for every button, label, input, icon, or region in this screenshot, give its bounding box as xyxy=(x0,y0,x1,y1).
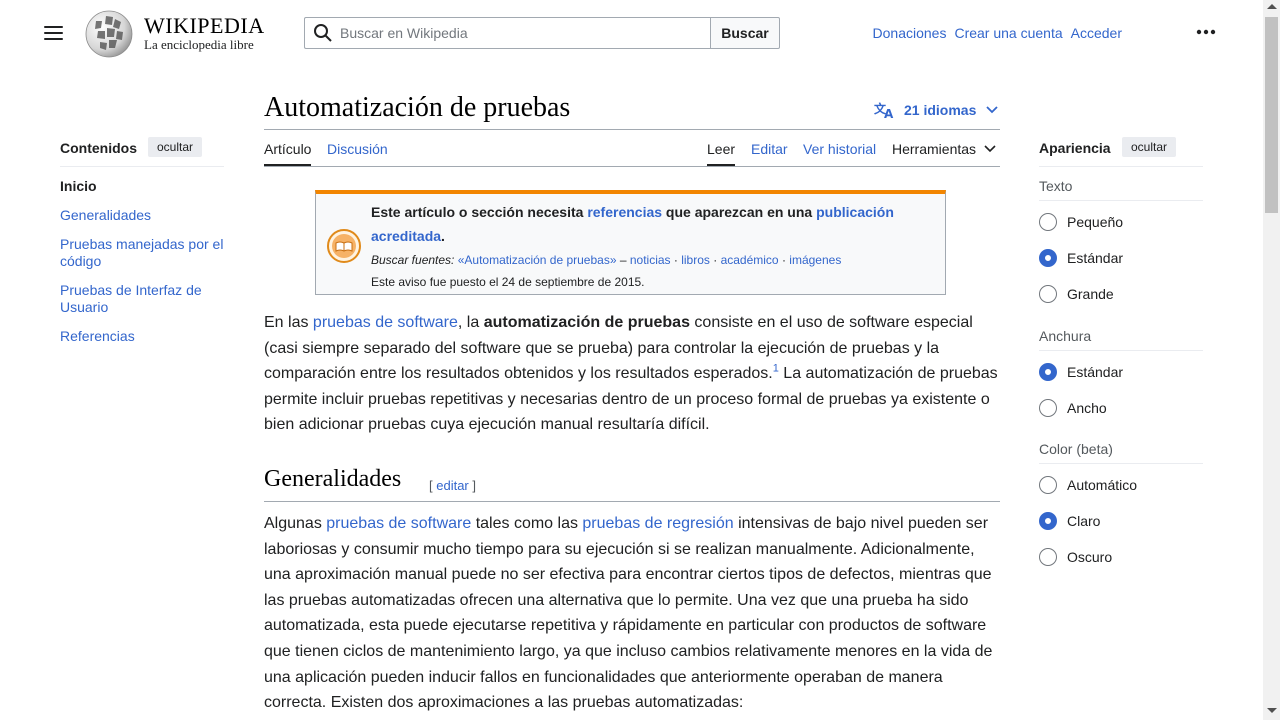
personal-tools: Donaciones Crear una cuenta Acceder xyxy=(865,25,1122,41)
color-label: Color (beta) xyxy=(1039,441,1113,457)
scroll-up-arrow-icon[interactable] xyxy=(1267,4,1277,9)
svg-text:A: A xyxy=(884,107,894,119)
toc-item-referencias[interactable]: Referencias xyxy=(60,328,228,345)
search-icon xyxy=(314,24,332,42)
generalidades-paragraph: Algunas pruebas de software tales como l… xyxy=(264,515,993,712)
width-standard-option[interactable]: Estándar xyxy=(1039,363,1123,381)
menu-icon xyxy=(44,26,63,28)
tab-read[interactable]: Leer xyxy=(707,141,735,157)
tab-talk[interactable]: Discusión xyxy=(327,141,388,157)
radio-unselected[interactable] xyxy=(1039,476,1057,494)
notice-text: Este artículo o sección necesita referen… xyxy=(371,204,894,244)
color-light-option[interactable]: Claro xyxy=(1039,512,1100,530)
pruebas-de-software-link[interactable]: pruebas de software xyxy=(313,314,458,331)
text-size-small-option[interactable]: Pequeño xyxy=(1039,213,1123,231)
chevron-down-icon xyxy=(984,145,996,153)
toc-item-pruebas-interfaz[interactable]: Pruebas de Interfaz de Usuario xyxy=(60,282,228,316)
tools-label: Herramientas xyxy=(892,141,977,157)
appearance-title: Apariencia xyxy=(1039,140,1111,156)
login-link[interactable]: Acceder xyxy=(1071,25,1122,41)
source-scholar-link[interactable]: académico xyxy=(721,253,779,267)
color-auto-option[interactable]: Automático xyxy=(1039,476,1137,494)
radio-unselected[interactable] xyxy=(1039,285,1057,303)
toc-list: Inicio Generalidades Pruebas manejadas p… xyxy=(60,178,228,357)
search-button[interactable]: Buscar xyxy=(710,17,780,49)
main-menu-button[interactable] xyxy=(40,22,68,44)
donate-link[interactable]: Donaciones xyxy=(873,25,947,41)
book-warning-icon xyxy=(327,229,361,263)
radio-selected[interactable] xyxy=(1039,512,1057,530)
scroll-down-arrow-icon[interactable] xyxy=(1267,708,1277,713)
tab-edit[interactable]: Editar xyxy=(751,141,788,157)
translate-icon: 文 A xyxy=(874,101,894,119)
text-size-divider xyxy=(1039,200,1203,201)
section-divider xyxy=(264,501,1000,502)
wikipedia-wordmark[interactable]: WIKIPEDIA xyxy=(144,13,265,39)
source-query-link[interactable]: «Automatización de pruebas» xyxy=(458,253,617,267)
section-heading-generalidades: Generalidades xyxy=(264,466,402,492)
toc-hide-button[interactable]: ocultar xyxy=(148,137,203,157)
toc-item-pruebas-codigo[interactable]: Pruebas manejadas por el código xyxy=(60,236,228,270)
chevron-down-icon xyxy=(986,106,999,114)
source-books-link[interactable]: libros xyxy=(681,253,710,267)
more-options-icon[interactable] xyxy=(1196,24,1216,40)
radio-unselected[interactable] xyxy=(1039,213,1057,231)
source-news-link[interactable]: noticias xyxy=(630,253,671,267)
page-title: Automatización de pruebas xyxy=(264,92,571,123)
source-images-link[interactable]: imágenes xyxy=(789,253,841,267)
tab-article[interactable]: Artículo xyxy=(264,141,311,157)
appearance-divider xyxy=(1039,166,1203,167)
section-edit-link: [ editar ] xyxy=(429,478,476,493)
text-size-standard-option[interactable]: Estándar xyxy=(1039,249,1123,267)
wikipedia-globe-logo[interactable] xyxy=(84,9,134,59)
intro-paragraph: En las pruebas de software, la automatiz… xyxy=(264,314,998,434)
search-input[interactable] xyxy=(340,17,700,49)
toc-item-inicio[interactable]: Inicio xyxy=(60,178,228,195)
pruebas-de-software-link-2[interactable]: pruebas de software xyxy=(326,515,471,532)
width-label: Anchura xyxy=(1039,328,1092,344)
scrollbar-thumb[interactable] xyxy=(1265,17,1278,213)
text-size-large-option[interactable]: Grande xyxy=(1039,285,1114,303)
pruebas-de-regresion-link[interactable]: pruebas de regresión xyxy=(582,515,733,532)
radio-selected[interactable] xyxy=(1039,363,1057,381)
bold-term: automatización de pruebas xyxy=(483,314,690,331)
radio-unselected[interactable] xyxy=(1039,548,1057,566)
edit-section-link[interactable]: editar xyxy=(436,478,469,493)
toc-title: Contenidos xyxy=(60,140,137,156)
referencias-link[interactable]: referencias xyxy=(587,204,662,220)
color-divider xyxy=(1039,463,1203,464)
appearance-hide-button[interactable]: ocultar xyxy=(1122,137,1177,157)
width-wide-option[interactable]: Ancho xyxy=(1039,399,1107,417)
text-size-label: Texto xyxy=(1039,178,1073,194)
language-button[interactable]: 文 A 21 idiomas xyxy=(874,101,999,119)
radio-unselected[interactable] xyxy=(1039,399,1057,417)
tools-dropdown[interactable]: Herramientas xyxy=(892,141,996,157)
wikipedia-tagline: La enciclopedia libre xyxy=(144,37,254,52)
width-divider xyxy=(1039,350,1203,351)
radio-selected[interactable] xyxy=(1039,249,1057,267)
notice-sources: Buscar fuentes: «Automatización de prueb… xyxy=(371,253,842,267)
tabs-divider xyxy=(264,166,1000,167)
language-count: 21 idiomas xyxy=(904,102,977,118)
color-dark-option[interactable]: Oscuro xyxy=(1039,548,1112,566)
toc-item-generalidades[interactable]: Generalidades xyxy=(60,207,228,224)
title-divider xyxy=(264,129,1000,130)
create-account-link[interactable]: Crear una cuenta xyxy=(954,25,1062,41)
toc-divider xyxy=(60,166,224,167)
tab-history[interactable]: Ver historial xyxy=(803,141,876,157)
notice-date: Este aviso fue puesto el 24 de septiembr… xyxy=(371,275,645,289)
